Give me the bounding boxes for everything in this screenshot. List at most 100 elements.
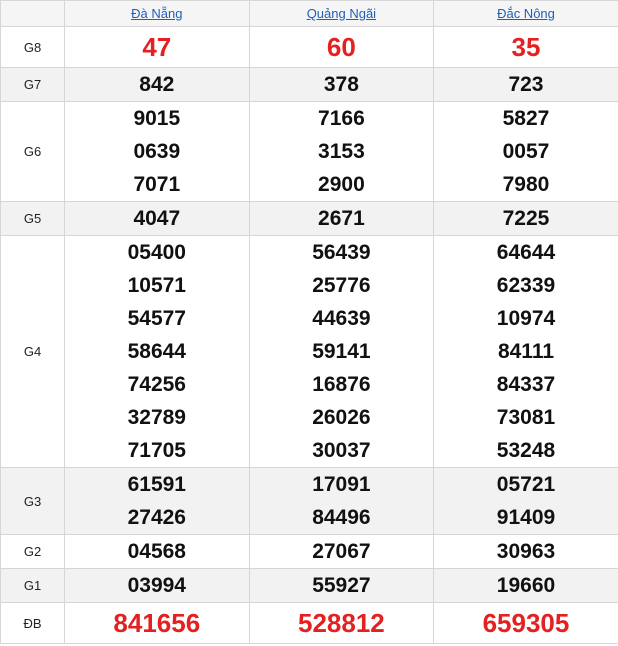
result-number: 62339 [496, 274, 556, 297]
result-number: 0639 [133, 140, 181, 163]
result-number: 3153 [318, 140, 365, 163]
result-number: 659305 [482, 608, 570, 638]
result-number: 7980 [502, 173, 550, 196]
result-number: 7071 [133, 173, 181, 196]
prize-label: G8 [0, 26, 65, 68]
result-number: 74256 [127, 373, 186, 396]
result-number: 9015 [133, 107, 181, 130]
prize-label: G7 [0, 67, 65, 102]
result-number: 32789 [127, 406, 186, 429]
result-number: 723 [508, 73, 544, 96]
result-number: 53248 [496, 439, 556, 462]
prize-row-g6: G6 9015 0639 7071 7166 3153 2900 5827 0057 7980 [0, 101, 618, 202]
result-number: 71705 [127, 439, 186, 462]
result-number: 04568 [127, 540, 186, 563]
result-number: 4047 [133, 207, 181, 230]
prize-cell: 2671 [248, 201, 435, 236]
prize-label: G2 [0, 534, 65, 569]
result-number: 55927 [312, 574, 371, 597]
prize-cell: 5827 0057 7980 [433, 101, 618, 202]
prize-cell: 04568 [64, 534, 250, 569]
result-number: 58644 [127, 340, 186, 363]
result-number: 26026 [312, 406, 371, 429]
result-number: 60 [326, 32, 356, 62]
prize-cell: 7166 3153 2900 [248, 101, 435, 202]
result-number: 5827 [502, 107, 550, 130]
prize-label: G6 [0, 101, 65, 202]
result-number: 56439 [312, 241, 371, 264]
header-corner [0, 0, 65, 27]
province-link-da-nang[interactable]: Đà Nẵng [131, 6, 182, 21]
header-province-cell: Đà Nẵng [64, 0, 250, 27]
result-number: 73081 [496, 406, 556, 429]
header-province-cell: Quảng Ngãi [248, 0, 435, 27]
result-number: 47 [142, 32, 172, 62]
result-number: 30037 [312, 439, 371, 462]
prize-cell: 61591 27426 [64, 467, 250, 535]
results-body: G8 47 60 35 G7 842 378 723 G6 9015 0639 7071 7166 315… [0, 26, 618, 644]
result-number: 10974 [496, 307, 556, 330]
result-number: 2671 [318, 207, 365, 230]
prize-row-g4: G4 05400 10571 54577 58644 74256 32789 71705 564… [0, 235, 618, 468]
prize-cell: 17091 84496 [248, 467, 435, 535]
result-number: 54577 [127, 307, 186, 330]
result-number: 17091 [312, 473, 371, 496]
result-number: 64644 [496, 241, 556, 264]
prize-label: G3 [0, 467, 65, 535]
result-number: 2900 [318, 173, 365, 196]
result-number: 841656 [113, 608, 201, 638]
prize-cell: 60 [248, 26, 435, 68]
prize-cell: 64644 62339 10974 84111 84337 73081 53248 [433, 235, 618, 468]
prize-row-g1: G1 03994 55927 19660 [0, 568, 618, 603]
result-number: 84337 [496, 373, 556, 396]
result-number: 27426 [127, 506, 186, 529]
province-link-quang-ngai[interactable]: Quảng Ngãi [307, 6, 376, 21]
result-number: 378 [323, 73, 359, 96]
result-number: 30963 [496, 540, 556, 563]
result-number: 25776 [312, 274, 371, 297]
prize-cell: 30963 [433, 534, 618, 569]
result-number: 44639 [312, 307, 371, 330]
prize-label: G5 [0, 201, 65, 236]
prize-row-g3: G3 61591 27426 17091 84496 05721 91409 [0, 467, 618, 535]
prize-cell: 56439 25776 44639 59141 16876 26026 30037 [248, 235, 435, 468]
result-number: 59141 [312, 340, 371, 363]
result-number: 91409 [496, 506, 556, 529]
result-number: 27067 [312, 540, 371, 563]
result-number: 35 [511, 32, 541, 62]
prize-cell: 03994 [64, 568, 250, 603]
result-number: 05721 [496, 473, 556, 496]
prize-row-g2: G2 04568 27067 30963 [0, 534, 618, 569]
result-number: 05400 [127, 241, 186, 264]
prize-cell: 05400 10571 54577 58644 74256 32789 71705 [64, 235, 250, 468]
prize-cell: 9015 0639 7071 [64, 101, 250, 202]
prize-label: G4 [0, 235, 65, 468]
prize-cell: 05721 91409 [433, 467, 618, 535]
prize-cell: 19660 [433, 568, 618, 603]
header-row: Đà Nẵng Quảng Ngãi Đắc Nông [0, 0, 618, 27]
result-number: 03994 [127, 574, 186, 597]
result-number: 7225 [502, 207, 550, 230]
result-number: 10571 [127, 274, 186, 297]
prize-cell: 842 [64, 67, 250, 102]
prize-label: ĐB [0, 602, 65, 644]
prize-cell: 659305 [433, 602, 618, 644]
result-number: 84496 [312, 506, 371, 529]
prize-cell: 841656 [64, 602, 250, 644]
prize-cell: 723 [433, 67, 618, 102]
prize-cell: 55927 [248, 568, 435, 603]
result-number: 19660 [496, 574, 556, 597]
header-province-cell: Đắc Nông [433, 0, 618, 27]
result-number: 61591 [127, 473, 186, 496]
prize-cell: 7225 [433, 201, 618, 236]
result-number: 842 [139, 73, 175, 96]
prize-row-g7: G7 842 378 723 [0, 67, 618, 102]
prize-cell: 4047 [64, 201, 250, 236]
prize-row-g8: G8 47 60 35 [0, 26, 618, 68]
result-number: 7166 [318, 107, 365, 130]
prize-label: G1 [0, 568, 65, 603]
prize-row-g5: G5 4047 2671 7225 [0, 201, 618, 236]
prize-cell: 378 [248, 67, 435, 102]
prize-row-đb: ĐB 841656 528812 659305 [0, 602, 618, 644]
province-link-dac-nong[interactable]: Đắc Nông [497, 6, 555, 21]
